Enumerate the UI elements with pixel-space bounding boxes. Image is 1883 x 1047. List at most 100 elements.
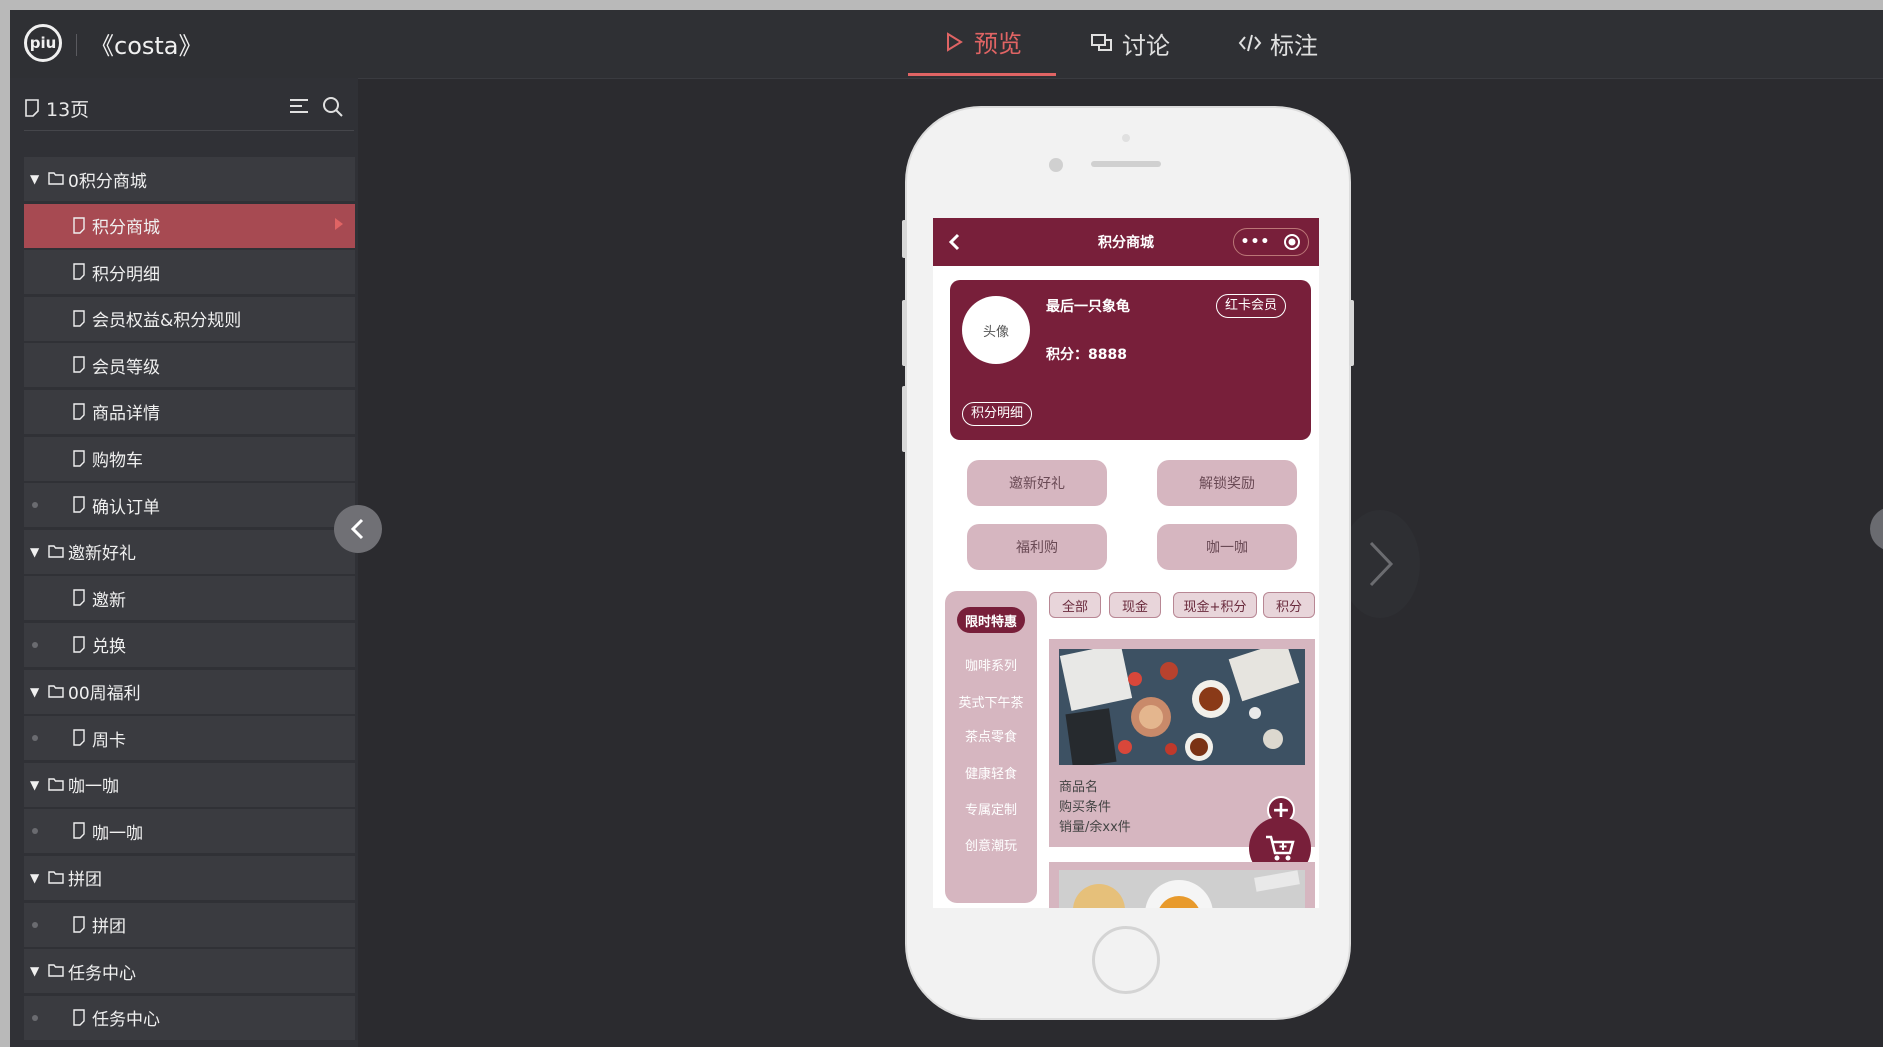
caret-down-icon[interactable]: ▼ — [30, 685, 39, 699]
sidebar-item-label: 0积分商城 — [68, 171, 147, 192]
bullet-dot-icon — [32, 1014, 38, 1021]
window-frame-left — [0, 0, 10, 1047]
category-column: 限时特惠 咖啡系列 英式下午茶 茶点零食 健康轻食 专属定制 创意潮玩 — [945, 591, 1037, 903]
sidebar-item-label: 任务中心 — [68, 963, 136, 984]
filter-points[interactable]: 积分 — [1263, 592, 1315, 618]
phone-home-button[interactable] — [1092, 926, 1160, 994]
tab-annotate[interactable]: 标注 — [1204, 10, 1352, 76]
mode-tabs: 预览 讨论 标注 — [908, 10, 1352, 76]
category-item[interactable]: 咖啡系列 — [945, 655, 1037, 674]
product-card[interactable]: 商品名 购买条件 销量/余xx件 + — [1049, 639, 1315, 879]
sidebar-header: 13页 — [24, 88, 358, 128]
category-active[interactable]: 限时特惠 — [957, 607, 1025, 633]
sidebar-page-item[interactable]: 邀新 — [24, 576, 355, 621]
sidebar-item-label: 邀新好礼 — [68, 544, 136, 565]
page-icon — [72, 915, 88, 934]
tab-discuss-label: 讨论 — [1122, 31, 1170, 60]
sidebar-page-item[interactable]: 商品详情 — [24, 389, 355, 434]
product-card[interactable] — [1049, 862, 1315, 908]
sidebar-folder[interactable]: ▼ 邀新好礼 — [24, 529, 355, 574]
tab-preview[interactable]: 预览 — [908, 10, 1056, 76]
sidebar-item-label: 会员等级 — [92, 357, 160, 378]
prev-page-button[interactable] — [334, 505, 382, 553]
page-icon — [72, 310, 88, 328]
sidebar-item-label: 任务中心 — [92, 1010, 160, 1031]
sidebar-page-item[interactable]: 咖一咖 — [24, 809, 355, 854]
sidebar-folder[interactable]: ▼ 咖一咖 — [24, 762, 355, 807]
avatar[interactable]: 头像 — [962, 296, 1030, 364]
top-bar: piu 《costa》 预览 讨论 标注 — [10, 10, 1883, 79]
caret-down-icon[interactable]: ▼ — [30, 871, 39, 885]
sidebar-folder[interactable]: ▼ 0积分商城 — [24, 157, 355, 201]
unlock-reward-button[interactable]: 解锁奖励 — [1157, 460, 1297, 506]
sidebar-item-label: 拼团 — [68, 870, 102, 891]
sidebar-page-item[interactable]: 兑换 — [24, 622, 355, 667]
sidebar-folder[interactable]: ▼ 拼团 — [24, 855, 355, 900]
sidebar-item-label: 会员权益&积分规则 — [92, 311, 242, 332]
phone-sensor — [1122, 134, 1130, 142]
folder-icon — [48, 869, 64, 887]
sidebar-page-item[interactable]: 积分明细 — [24, 250, 355, 295]
category-item[interactable]: 创意潮玩 — [945, 835, 1037, 854]
category-item[interactable]: 健康轻食 — [945, 763, 1037, 782]
product-image — [1059, 649, 1305, 765]
search-icon[interactable] — [322, 96, 344, 118]
app-header: 积分商城 ••• — [933, 218, 1319, 266]
target-icon[interactable] — [1283, 233, 1301, 251]
page-icon — [72, 403, 88, 421]
app-logo[interactable]: piu — [24, 24, 62, 62]
caret-down-icon[interactable]: ▼ — [30, 545, 39, 559]
category-item[interactable]: 英式下午茶 — [945, 692, 1037, 711]
caret-down-icon[interactable]: ▼ — [30, 778, 39, 792]
filter-all[interactable]: 全部 — [1049, 592, 1101, 618]
bullet-dot-icon — [32, 921, 38, 928]
caret-down-icon[interactable]: ▼ — [30, 964, 39, 978]
phone-screen: 积分商城 ••• 头像 最后一只象龟 积分：8888 红卡会员 积分明细 邀新好… — [933, 218, 1319, 908]
sidebar-folder[interactable]: ▼ 00周福利 — [24, 669, 355, 714]
bullet-dot-icon — [32, 641, 38, 648]
window-frame-top — [0, 0, 1883, 10]
project-name: 《costa》 — [90, 32, 203, 60]
sidebar-page-item[interactable]: 积分商城 — [24, 203, 355, 248]
tab-discuss[interactable]: 讨论 — [1056, 10, 1204, 76]
sidebar-folder[interactable]: ▼ 任务中心 — [24, 949, 355, 994]
user-name: 最后一只象龟 — [1046, 299, 1130, 315]
sidebar-page-item[interactable]: 周卡 — [24, 716, 355, 761]
caret-right-icon — [335, 217, 343, 230]
sidebar-page-item[interactable]: 会员等级 — [24, 343, 355, 388]
caret-down-icon[interactable]: ▼ — [30, 172, 39, 186]
sidebar-page-item[interactable]: 会员权益&积分规则 — [24, 296, 355, 341]
sidebar-item-label: 咖一咖 — [92, 823, 143, 844]
phone-side-button — [902, 300, 907, 366]
right-panel-toggle[interactable] — [1870, 507, 1883, 551]
sidebar-page-item[interactable]: 任务中心 — [24, 995, 355, 1040]
sidebar-page-item[interactable]: 购物车 — [24, 436, 355, 481]
folder-icon — [48, 683, 64, 701]
filter-cash-points[interactable]: 现金+积分 — [1173, 592, 1257, 618]
invite-gift-button[interactable]: 邀新好礼 — [967, 460, 1107, 506]
sort-icon[interactable] — [288, 96, 310, 116]
sidebar-item-label: 商品详情 — [92, 404, 160, 425]
category-item[interactable]: 茶点零食 — [945, 726, 1037, 745]
sidebar-page-item[interactable]: 拼团 — [24, 902, 355, 947]
welfare-buy-button[interactable]: 福利购 — [967, 524, 1107, 570]
product-name: 商品名 — [1059, 780, 1099, 795]
next-page-button[interactable] — [1340, 510, 1420, 618]
points-detail-button[interactable]: 积分明细 — [962, 402, 1033, 426]
page-icon — [72, 356, 88, 374]
cart-icon — [1266, 835, 1295, 861]
bullet-dot-icon — [32, 735, 38, 742]
member-card: 头像 最后一只象龟 积分：8888 红卡会员 积分明细 — [950, 280, 1311, 440]
more-icon[interactable]: ••• — [1241, 234, 1271, 250]
sidebar-page-item[interactable]: 确认订单 — [24, 483, 355, 528]
sidebar-item-label: 确认订单 — [92, 497, 160, 518]
tab-preview-label: 预览 — [974, 30, 1022, 58]
play-icon — [947, 31, 963, 52]
filter-cash[interactable]: 现金 — [1109, 592, 1161, 618]
divider — [76, 34, 77, 56]
sidebar-item-label: 邀新 — [92, 590, 126, 611]
sidebar-item-label: 购物车 — [92, 451, 143, 472]
coffee-button[interactable]: 咖一咖 — [1157, 524, 1297, 570]
category-item[interactable]: 专属定制 — [945, 799, 1037, 818]
chevron-right-icon — [1369, 541, 1394, 587]
